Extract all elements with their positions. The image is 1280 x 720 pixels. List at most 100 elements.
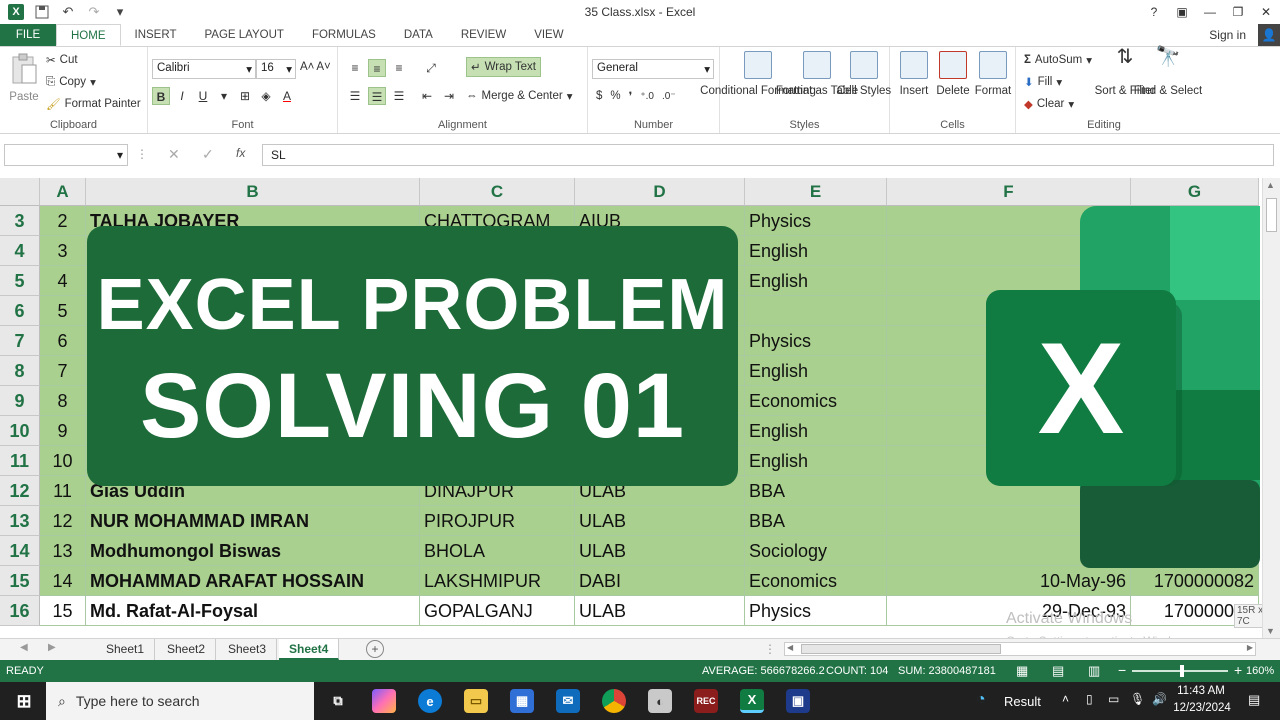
cell-b16[interactable]: Md. Rafat-Al-Foysal [86, 596, 420, 626]
number-format-select[interactable]: General ▾ [592, 59, 714, 79]
page-layout-view-icon[interactable]: ▤ [1052, 663, 1064, 679]
cell-d13[interactable]: ULAB [575, 506, 745, 536]
horizontal-scroll-thumb[interactable] [801, 644, 1001, 654]
row-header-4[interactable]: 4 [0, 236, 40, 266]
add-sheet-icon[interactable]: + [366, 640, 384, 658]
cell-a11[interactable]: 10 [40, 446, 86, 476]
paste-button[interactable]: Paste [6, 53, 42, 104]
task-view-icon[interactable]: ⧉ [326, 689, 350, 713]
tab-formulas[interactable]: FORMULAS [298, 24, 390, 46]
tab-page-layout[interactable]: PAGE LAYOUT [190, 24, 297, 46]
align-left-icon[interactable]: ☰ [346, 87, 364, 105]
cell-b13[interactable]: NUR MOHAMMAD IMRAN [86, 506, 420, 536]
cell-b15[interactable]: MOHAMMAD ARAFAT HOSSAIN [86, 566, 420, 596]
currency-button[interactable]: $ [596, 90, 602, 102]
zoom-in-icon[interactable]: + [1234, 662, 1242, 678]
delete-cells-button[interactable]: Delete [934, 51, 972, 98]
cell-c16[interactable]: GOPALGANJ [420, 596, 575, 626]
sheet-tab-3[interactable]: Sheet3 [218, 639, 278, 660]
speaker-icon[interactable]: 🔊 [1152, 692, 1167, 706]
vertical-scrollbar[interactable]: ▲ ▼ [1262, 178, 1280, 638]
cell-e5[interactable]: English [745, 266, 887, 296]
cell-d14[interactable]: ULAB [575, 536, 745, 566]
row-header-3[interactable]: 3 [0, 206, 40, 236]
taskbar-search[interactable]: ⌕ Type here to search [46, 682, 314, 720]
font-color-icon[interactable]: A [278, 87, 296, 105]
excel-taskbar-icon[interactable]: X [740, 689, 764, 713]
insert-cells-button[interactable]: Insert [896, 51, 932, 98]
cell-e14[interactable]: Sociology [745, 536, 887, 566]
wrap-text-button[interactable]: ↵ Wrap Text [466, 57, 541, 77]
undo-icon[interactable]: ↶ [60, 4, 76, 20]
format-as-table-button[interactable]: Format as Table [776, 51, 858, 98]
align-bottom-icon[interactable]: ≡ [390, 59, 408, 77]
cell-d16[interactable]: ULAB [575, 596, 745, 626]
cell-a12[interactable]: 11 [40, 476, 86, 506]
cell-a8[interactable]: 7 [40, 356, 86, 386]
cell-c13[interactable]: PIROJPUR [420, 506, 575, 536]
file-explorer-icon[interactable]: ▭ [464, 689, 488, 713]
row-header-15[interactable]: 15 [0, 566, 40, 596]
increase-font-icon[interactable]: A˄ [300, 61, 314, 73]
bold-button[interactable]: B [152, 87, 170, 105]
decrease-decimal-icon[interactable]: .0⁻ [662, 91, 676, 102]
cell-e10[interactable]: English [745, 416, 887, 446]
scroll-down-icon[interactable]: ▼ [1266, 626, 1275, 636]
row-header-10[interactable]: 10 [0, 416, 40, 446]
cell-a4[interactable]: 3 [40, 236, 86, 266]
underline-button[interactable]: U [194, 87, 212, 105]
cell-g15[interactable]: 1700000082 [1131, 566, 1259, 596]
tab-data[interactable]: DATA [390, 24, 447, 46]
recorder-app-icon[interactable]: REC [694, 689, 718, 713]
align-center-icon[interactable]: ☰ [368, 87, 386, 105]
insert-function-button[interactable]: fx [236, 146, 245, 160]
cell-c15[interactable]: LAKSHMIPUR [420, 566, 575, 596]
tab-insert[interactable]: INSERT [121, 24, 191, 46]
cell-d15[interactable]: DABI [575, 566, 745, 596]
minimize-button[interactable]: — [1196, 0, 1224, 24]
fill-button[interactable]: ⬇ Fill ▾ [1024, 75, 1062, 89]
fill-color-icon[interactable]: ◈ [257, 87, 275, 105]
cell-e7[interactable]: Physics [745, 326, 887, 356]
edge-browser-icon[interactable]: e [418, 689, 442, 713]
normal-view-icon[interactable]: ▦ [1016, 663, 1028, 679]
cell-a9[interactable]: 8 [40, 386, 86, 416]
formula-input[interactable]: SL [262, 144, 1274, 166]
cell-e15[interactable]: Economics [745, 566, 887, 596]
row-header-16[interactable]: 16 [0, 596, 40, 626]
zoom-slider-thumb[interactable] [1180, 665, 1184, 677]
cell-e4[interactable]: English [745, 236, 887, 266]
cell-a5[interactable]: 4 [40, 266, 86, 296]
borders-icon[interactable]: ⊞ [236, 87, 254, 105]
account-avatar[interactable]: 👤 [1258, 24, 1280, 46]
tab-review[interactable]: REVIEW [447, 24, 520, 46]
network-icon[interactable]: ▭ [1108, 692, 1119, 706]
windows-start-icon[interactable]: ⊞ [12, 689, 36, 713]
tab-home[interactable]: HOME [56, 24, 121, 46]
chevron-down-icon[interactable]: ▾ [215, 87, 233, 105]
cell-b14[interactable]: Modhumongol Biswas [86, 536, 420, 566]
copilot-icon[interactable] [372, 689, 396, 713]
row-header-14[interactable]: 14 [0, 536, 40, 566]
italic-button[interactable]: I [173, 87, 191, 105]
row-header-6[interactable]: 6 [0, 296, 40, 326]
column-header-f[interactable]: F [887, 178, 1131, 206]
restore-button[interactable]: ❐ [1224, 0, 1252, 24]
notification-icon[interactable]: ▤ [1248, 692, 1260, 708]
column-header-d[interactable]: D [575, 178, 745, 206]
column-header-c[interactable]: C [420, 178, 575, 206]
increase-decimal-icon[interactable]: ⁺.0 [640, 91, 654, 102]
row-header-13[interactable]: 13 [0, 506, 40, 536]
cell-e3[interactable]: Physics [745, 206, 887, 236]
weather-icon[interactable]: ◔ [976, 691, 986, 709]
align-right-icon[interactable]: ☰ [390, 87, 408, 105]
customize-qat-icon[interactable]: ▾ [112, 4, 128, 20]
meet-now-icon[interactable]: ▯ [1086, 692, 1093, 706]
cell-a3[interactable]: 2 [40, 206, 86, 236]
close-button[interactable]: ✕ [1252, 0, 1280, 24]
cell-styles-button[interactable]: Cell Styles [837, 51, 891, 98]
cell-a14[interactable]: 13 [40, 536, 86, 566]
row-header-11[interactable]: 11 [0, 446, 40, 476]
taskbar-result[interactable]: Result [1004, 694, 1041, 709]
font-size-select[interactable]: 16 ▾ [256, 59, 296, 79]
